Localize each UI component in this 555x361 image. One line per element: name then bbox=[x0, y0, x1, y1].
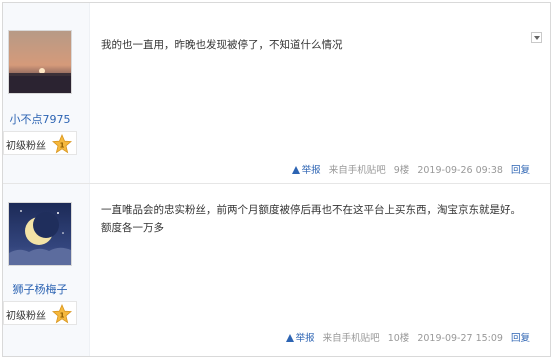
author-sidebar: 狮子杨梅子 初级粉丝 1 bbox=[3, 184, 90, 356]
report-link[interactable]: 举报 bbox=[285, 333, 315, 344]
badge-label: 初级粉丝 bbox=[6, 311, 46, 322]
source-label: 来自手机贴吧 bbox=[328, 165, 386, 176]
badge-label: 初级粉丝 bbox=[6, 141, 46, 152]
badge-level-number: 1 bbox=[60, 312, 65, 320]
post-footer: 举报 来自手机贴吧 9楼 2019-09-26 09:38 回复 bbox=[291, 162, 530, 176]
avatar[interactable] bbox=[8, 30, 72, 94]
fan-level-badge[interactable]: 初级粉丝 1 bbox=[3, 131, 77, 155]
post-content: 一直唯品会的忠实粉丝，前两个月额度被停后再也不在这平台上买东西，淘宝京东就是好。… bbox=[101, 204, 521, 234]
badge-level-number: 1 bbox=[60, 142, 65, 150]
level-star-icon: 1 bbox=[52, 134, 72, 154]
username[interactable]: 小不点7975 bbox=[3, 111, 77, 127]
sunset-avatar-icon bbox=[9, 31, 71, 93]
post-9: 小不点7975 初级粉丝 1 我的也一直用，昨晚也发现被停了，不知道什么情况 举… bbox=[3, 3, 550, 184]
username[interactable]: 狮子杨梅子 bbox=[3, 281, 77, 297]
report-link[interactable]: 举报 bbox=[291, 165, 321, 176]
author-sidebar: 小不点7975 初级粉丝 1 bbox=[3, 3, 90, 183]
post-footer: 举报 来自手机贴吧 10楼 2019-09-27 15:09 回复 bbox=[285, 330, 530, 344]
post-content: 我的也一直用，昨晚也发现被停了，不知道什么情况 bbox=[101, 39, 343, 51]
floor-number: 10楼 bbox=[387, 333, 410, 344]
reply-link[interactable]: 回复 bbox=[511, 165, 530, 176]
crescent-moon-avatar-icon bbox=[9, 203, 71, 265]
reply-link[interactable]: 回复 bbox=[511, 333, 530, 344]
floor-number: 9楼 bbox=[393, 165, 410, 176]
report-warning-icon bbox=[291, 166, 300, 174]
fan-level-badge[interactable]: 初级粉丝 1 bbox=[3, 301, 77, 325]
post-timestamp: 2019-09-26 09:38 bbox=[417, 165, 503, 176]
post-10: 狮子杨梅子 初级粉丝 1 一直唯品会的忠实粉丝，前两个月额度被停后再也不在这平台… bbox=[3, 184, 550, 356]
post-menu-dropdown[interactable] bbox=[531, 32, 542, 43]
report-warning-icon bbox=[285, 334, 294, 342]
level-star-icon: 1 bbox=[52, 304, 72, 324]
thread-frame: 小不点7975 初级粉丝 1 我的也一直用，昨晚也发现被停了，不知道什么情况 举… bbox=[2, 2, 551, 357]
source-label: 来自手机贴吧 bbox=[322, 333, 380, 344]
post-timestamp: 2019-09-27 15:09 bbox=[417, 333, 503, 344]
avatar[interactable] bbox=[8, 202, 72, 266]
